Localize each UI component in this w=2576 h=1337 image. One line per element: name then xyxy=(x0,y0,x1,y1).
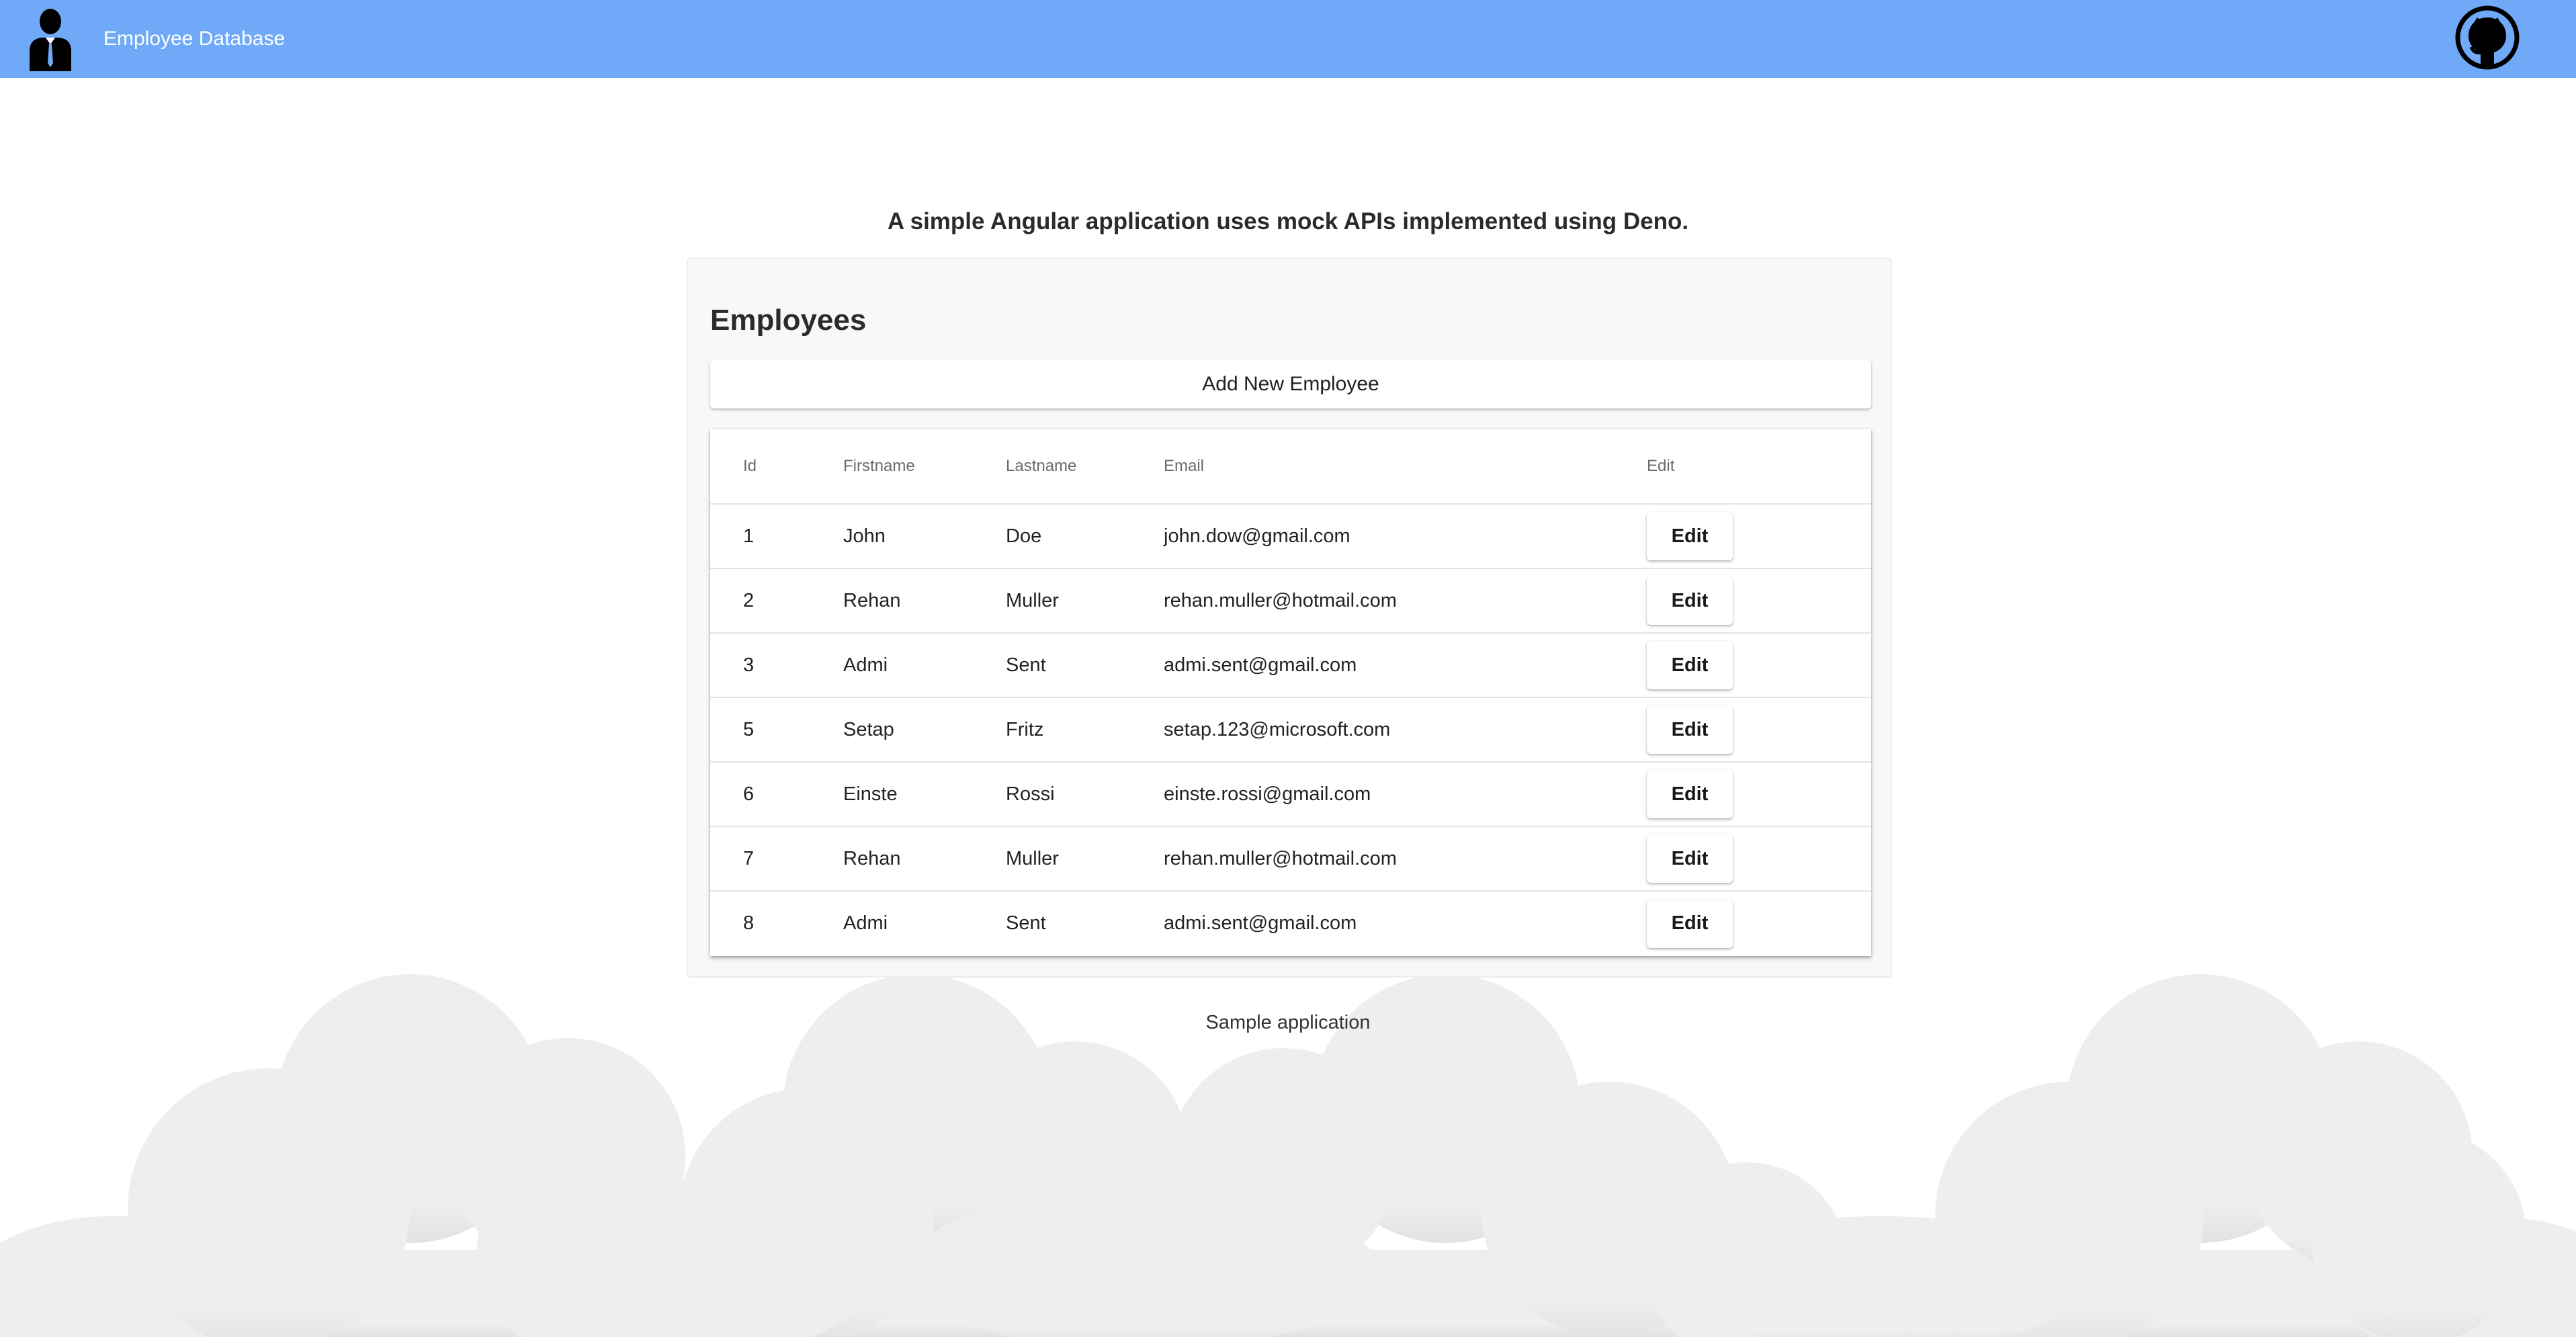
table-row: 6 Einste Rossi einste.rossi@gmail.com Ed… xyxy=(710,762,1871,827)
cell-id: 1 xyxy=(710,504,843,569)
edit-button[interactable]: Edit xyxy=(1647,899,1733,948)
cell-firstname: Setap xyxy=(843,697,1006,763)
table-row: 8 Admi Sent admi.sent@gmail.com Edit xyxy=(710,891,1871,955)
employees-table: Id Firstname Lastname Email Edit 1 John … xyxy=(710,429,1871,955)
cell-lastname: Rossi xyxy=(1006,762,1164,827)
employees-card: Employees Add New Employee Id Firstname … xyxy=(687,257,1892,978)
app-title: Employee Database xyxy=(103,28,286,50)
page: Employee Database A simple Angular appli… xyxy=(0,0,2576,1337)
edit-button[interactable]: Edit xyxy=(1647,512,1733,560)
table-row: 3 Admi Sent admi.sent@gmail.com Edit xyxy=(710,633,1871,698)
cell-email: rehan.muller@hotmail.com xyxy=(1164,826,1647,892)
cell-firstname: Admi xyxy=(843,912,888,934)
table-row: 1 John Doe john.dow@gmail.com Edit xyxy=(710,504,1871,569)
employee-person-icon xyxy=(30,9,71,71)
table-row: 5 Setap Fritz setap.123@microsoft.com Ed… xyxy=(710,697,1871,763)
top-toolbar: Employee Database xyxy=(0,0,2576,78)
table-row: 2 Rehan Muller rehan.muller@hotmail.com … xyxy=(710,568,1871,634)
edit-button[interactable]: Edit xyxy=(1647,641,1733,689)
column-header-id: Id xyxy=(710,429,843,505)
cell-firstname: Rehan xyxy=(843,826,1006,892)
edit-button[interactable]: Edit xyxy=(1647,705,1733,754)
cell-edit: Edit xyxy=(1647,568,1871,634)
cell-edit: Edit xyxy=(1647,891,1871,955)
cell-edit: Edit xyxy=(1647,697,1871,763)
cell-email: setap.123@microsoft.com xyxy=(1164,697,1647,763)
cell-id: 8 xyxy=(743,912,755,934)
add-new-employee-button[interactable]: Add New Employee xyxy=(710,360,1871,408)
cell-id: 5 xyxy=(710,697,843,763)
cell-edit: Edit xyxy=(1647,826,1871,892)
cell-edit: Edit xyxy=(1647,762,1871,827)
cell-email: john.dow@gmail.com xyxy=(1164,504,1647,569)
card-title: Employees xyxy=(710,304,867,337)
cell-email: einste.rossi@gmail.com xyxy=(1164,762,1647,827)
cell-id: 6 xyxy=(710,762,843,827)
table-row: 7 Rehan Muller rehan.muller@hotmail.com … xyxy=(710,826,1871,892)
cell-id: 7 xyxy=(710,826,843,892)
column-header-email: Email xyxy=(1164,429,1647,505)
cell-lastname: Fritz xyxy=(1006,697,1164,763)
column-header-firstname: Firstname xyxy=(843,429,1006,505)
github-link[interactable] xyxy=(2455,5,2520,70)
cell-firstname: John xyxy=(843,504,1006,569)
column-header-lastname: Lastname xyxy=(1006,429,1164,505)
table-header-row: Id Firstname Lastname Email Edit xyxy=(710,429,1871,505)
github-icon xyxy=(2455,5,2520,70)
edit-button[interactable]: Edit xyxy=(1647,576,1733,625)
column-header-edit: Edit xyxy=(1647,429,1871,505)
edit-button[interactable]: Edit xyxy=(1647,834,1733,883)
cell-id: 3 xyxy=(710,633,843,698)
cell-firstname: Admi xyxy=(843,633,1006,698)
cell-edit: Edit xyxy=(1647,504,1871,569)
employees-table-container: Id Firstname Lastname Email Edit 1 John … xyxy=(710,429,1871,956)
cell-id: 2 xyxy=(710,568,843,634)
cell-firstname: Einste xyxy=(843,762,1006,827)
cell-email: admi.sent@gmail.com xyxy=(1164,912,1357,934)
cell-email: admi.sent@gmail.com xyxy=(1164,633,1647,698)
cell-edit: Edit xyxy=(1647,633,1871,698)
cell-firstname: Rehan xyxy=(843,568,1006,634)
cell-lastname: Sent xyxy=(1006,633,1164,698)
cell-lastname: Muller xyxy=(1006,826,1164,892)
page-subtitle: A simple Angular application uses mock A… xyxy=(887,208,1689,234)
cell-lastname: Sent xyxy=(1006,912,1046,934)
cell-lastname: Muller xyxy=(1006,568,1164,634)
cell-email: rehan.muller@hotmail.com xyxy=(1164,568,1647,634)
footer-text: Sample application xyxy=(1205,1012,1371,1033)
edit-button[interactable]: Edit xyxy=(1647,770,1733,818)
cell-lastname: Doe xyxy=(1006,504,1164,569)
